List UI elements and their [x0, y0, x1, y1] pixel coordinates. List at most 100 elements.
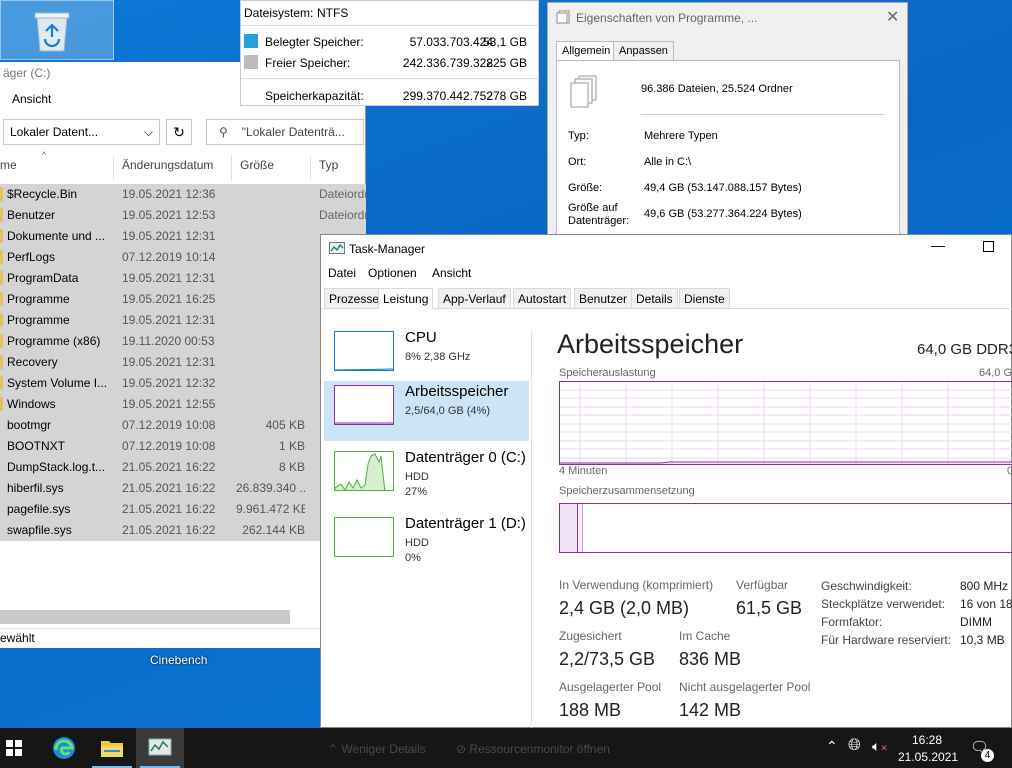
location-value: Alle in C:\: [644, 156, 692, 168]
column-divider[interactable]: [113, 156, 114, 180]
sidebar-item-detail: HDD 27%: [405, 470, 429, 500]
file-date: 19.05.2021 12:36: [122, 187, 216, 201]
notification-count-badge: 4: [981, 749, 994, 762]
table-row[interactable]: swapfile.sys 21.05.2021 16:22 262.144 KB: [0, 520, 366, 541]
cinebench-desktop-label[interactable]: Cinebench: [150, 653, 207, 667]
table-row[interactable]: BOOTNXT 07.12.2019 10:08 1 KB: [0, 436, 366, 457]
tab-customize[interactable]: Anpassen: [613, 41, 674, 61]
table-row[interactable]: $Recycle.Bin 19.05.2021 12:36 Dateiordn: [0, 184, 366, 205]
folder-icon: [0, 397, 3, 411]
folder-icon: [0, 250, 3, 264]
table-row[interactable]: Benutzer 19.05.2021 12:53 Dateiordn: [0, 205, 366, 226]
file-date: 21.05.2021 16:22: [122, 481, 216, 495]
available-value: 61,5 GB: [736, 598, 803, 618]
folder-icon: [0, 292, 3, 306]
resource-monitor-link[interactable]: ⊘ Ressourcenmonitor öffnen: [456, 742, 610, 756]
file-size: 9.961.472 KB: [236, 502, 305, 516]
table-row[interactable]: Dokumente und ... 19.05.2021 12:31: [0, 226, 366, 247]
sidebar-item-label: Datenträger 0 (C:): [405, 449, 526, 466]
menu-view[interactable]: Ansicht: [432, 266, 471, 280]
clock-time[interactable]: 16:28: [912, 733, 942, 747]
close-icon[interactable]: ✕: [886, 7, 899, 27]
search-placeholder: "Lokaler Datenträ...: [241, 125, 345, 139]
cpu-thumbnail-graph: [334, 331, 394, 371]
file-date: 21.05.2021 16:22: [122, 460, 216, 474]
pane-divider[interactable]: [531, 331, 532, 729]
taskmanager-taskbar-button[interactable]: [136, 728, 184, 768]
table-row[interactable]: Programme 19.05.2021 16:25: [0, 289, 366, 310]
tab-processes[interactable]: Prozesse: [324, 288, 385, 309]
volume-muted-icon[interactable]: 🔈︎✕: [872, 738, 888, 755]
maximize-icon[interactable]: [983, 241, 994, 252]
table-row[interactable]: hiberfil.sys 21.05.2021 16:22 26.839.340 .…: [0, 478, 366, 499]
sidebar-item-disk-1[interactable]: Datenträger 1 (D:) HDD 0%: [324, 513, 529, 573]
column-header-size[interactable]: Größe: [240, 158, 274, 180]
size-label: Größe:: [568, 182, 603, 194]
tab-startup[interactable]: Autostart: [513, 288, 572, 309]
file-date: 19.05.2021 12:55: [122, 397, 216, 411]
file-size: 26.839.340 ...: [236, 481, 305, 495]
menu-view[interactable]: Ansicht: [12, 92, 51, 106]
search-input[interactable]: ⚲ "Lokaler Datenträ...: [206, 119, 364, 145]
file-date: 19.05.2021 12:31: [122, 271, 216, 285]
file-name: bootmgr: [7, 418, 52, 432]
menu-file[interactable]: Datei: [328, 266, 356, 280]
edge-taskbar-button[interactable]: [40, 728, 88, 768]
tab-services[interactable]: Dienste: [679, 288, 730, 309]
disk-type: HDD: [405, 537, 429, 549]
horizontal-scrollbar[interactable]: [0, 610, 290, 624]
tab-details[interactable]: Details: [631, 288, 678, 309]
column-header-type[interactable]: Typ: [319, 158, 338, 180]
tab-app-history[interactable]: App-Verlauf: [438, 288, 511, 309]
file-size: 8 KB: [278, 460, 305, 474]
recycle-bin-shortcut[interactable]: [0, 0, 114, 60]
file-name: Programme (x86): [7, 334, 101, 348]
files-icon: [570, 75, 597, 108]
table-row[interactable]: DumpStack.log.t... 21.05.2021 16:22 8 KB: [0, 457, 366, 478]
speed-value: 800 MHz: [960, 579, 1009, 593]
sidebar-item-memory[interactable]: Arbeitsspeicher 2,5/64,0 GB (4%): [324, 381, 529, 441]
divider: [241, 25, 538, 26]
column-header-name[interactable]: me: [0, 158, 17, 180]
table-row[interactable]: Programme 19.05.2021 12:31: [0, 310, 366, 331]
recycle-bin-icon: [34, 12, 70, 52]
cached-value: 836 MB: [679, 649, 742, 669]
sidebar-item-cpu[interactable]: CPU 8% 2,38 GHz: [324, 327, 529, 387]
menu-options[interactable]: Optionen: [368, 266, 417, 280]
table-row[interactable]: System Volume I... 19.05.2021 12:32: [0, 373, 366, 394]
column-divider[interactable]: [310, 156, 311, 180]
tab-performance[interactable]: Leistung: [378, 288, 434, 309]
network-globe-icon[interactable]: 🌐︎: [848, 737, 861, 755]
chevron-down-icon[interactable]: ⌵: [144, 125, 153, 140]
tab-users[interactable]: Benutzer: [574, 288, 633, 309]
column-divider[interactable]: [231, 156, 232, 180]
show-hidden-icons-chevron-icon[interactable]: ⌃: [826, 738, 838, 755]
table-row[interactable]: ProgramData 19.05.2021 12:31: [0, 268, 366, 289]
minimize-icon[interactable]: —: [931, 237, 945, 253]
refresh-button[interactable]: ↻: [166, 119, 192, 145]
sidebar-item-disk-0[interactable]: Datenträger 0 (C:) HDD 27%: [324, 447, 529, 507]
table-row[interactable]: Programme (x86) 19.11.2020 00:53: [0, 331, 366, 352]
used-gb: 53,1 GB: [482, 35, 527, 49]
table-row[interactable]: PerfLogs 07.12.2019 10:14: [0, 247, 366, 268]
file-name: Dokumente und ...: [7, 229, 106, 243]
summary-text: 96.386 Dateien, 25.524 Ordner: [641, 83, 793, 95]
explorer-taskbar-button[interactable]: [88, 728, 136, 768]
tab-general[interactable]: Allgemein: [556, 41, 617, 62]
folder-icon: [0, 376, 3, 390]
size-value: 49,4 GB (53.147.088.157 Bytes): [644, 182, 802, 194]
table-row[interactable]: Recovery 19.05.2021 12:31: [0, 352, 366, 373]
column-header-date[interactable]: Änderungsdatum: [122, 158, 213, 180]
table-row[interactable]: Windows 19.05.2021 12:55: [0, 394, 366, 415]
disk-usage-panel: Dateisystem: NTFS Belegter Speicher: 57.…: [240, 0, 539, 106]
fewer-details-link[interactable]: ⌃ Weniger Details: [328, 742, 426, 756]
file-date: 19.05.2021 12:53: [122, 208, 216, 222]
table-row[interactable]: bootmgr 07.12.2019 10:08 405 KB: [0, 415, 366, 436]
address-bar[interactable]: Lokaler Datent... ⌵: [3, 119, 160, 145]
hw-reserved-value: 10,3 MB: [960, 633, 1005, 647]
form-factor-value: DIMM: [960, 615, 992, 629]
table-row[interactable]: pagefile.sys 21.05.2021 16:22 9.961.472 KB: [0, 499, 366, 520]
nonpaged-pool-label: Nicht ausgelagerter Pool: [679, 680, 811, 694]
file-name: Windows: [7, 397, 56, 411]
clock-date[interactable]: 21.05.2021: [898, 750, 958, 764]
